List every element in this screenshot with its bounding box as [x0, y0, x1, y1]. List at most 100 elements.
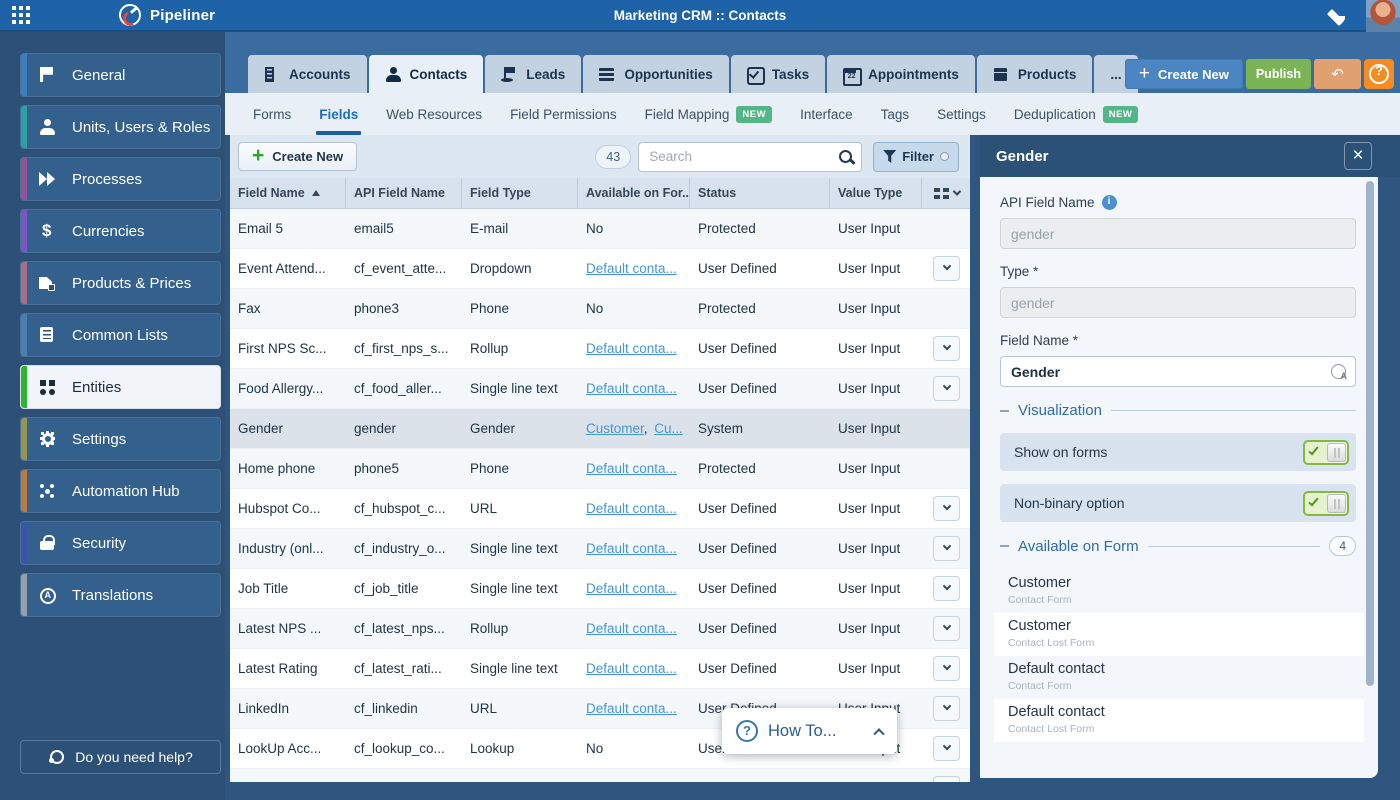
- create-new-field-button[interactable]: + Create New: [238, 142, 358, 171]
- form-link[interactable]: Default conta...: [586, 581, 677, 596]
- close-button[interactable]: [1344, 142, 1372, 170]
- entity-tab[interactable]: 22 Appointments: [827, 55, 975, 93]
- column-header-field-type[interactable]: Field Type: [462, 178, 578, 208]
- form-link[interactable]: Default conta...: [586, 541, 677, 556]
- entity-tab[interactable]: Accounts: [248, 55, 367, 93]
- column-header-api-field-name[interactable]: API Field Name: [346, 178, 462, 208]
- available-form-item[interactable]: Default contact Contact Form: [994, 656, 1364, 699]
- row-menu-button[interactable]: [933, 256, 960, 281]
- row-menu-button[interactable]: [933, 336, 960, 361]
- help-button[interactable]: Do you need help?: [20, 740, 221, 774]
- sidebar-item[interactable]: Processes: [20, 157, 221, 201]
- translate-globe-icon[interactable]: [1331, 364, 1347, 381]
- form-link[interactable]: Default conta...: [586, 261, 677, 276]
- row-menu-button[interactable]: [933, 736, 960, 761]
- subtab[interactable]: Tags: [867, 93, 924, 135]
- row-menu-button[interactable]: [933, 696, 960, 721]
- table-row[interactable]: Event Attend... cf_event_atte... Dropdow…: [230, 249, 970, 289]
- table-row[interactable]: Industry (onl... cf_industry_o... Single…: [230, 529, 970, 569]
- row-menu-button[interactable]: [933, 496, 960, 521]
- avatar[interactable]: [1366, 0, 1400, 32]
- toggle-switch[interactable]: [1303, 490, 1349, 516]
- graduation-cap-icon[interactable]: [1326, 7, 1352, 25]
- entity-tab[interactable]: Contacts: [368, 55, 484, 93]
- table-row[interactable]: Fax phone3 Phone No Protected User Input: [230, 289, 970, 329]
- column-header-field-name[interactable]: Field Name: [230, 178, 346, 208]
- sidebar-item[interactable]: Settings: [20, 417, 221, 461]
- form-link[interactable]: Default conta...: [586, 701, 677, 716]
- toggle-switch[interactable]: [1303, 439, 1349, 465]
- subtab[interactable]: Forms: [239, 93, 305, 135]
- table-row[interactable]: Gender gender Gender Customer, Cu... Sys…: [230, 409, 970, 449]
- entity-tab[interactable]: Opportunities: [583, 55, 729, 93]
- search-input[interactable]: [638, 141, 863, 172]
- table-row[interactable]: Job Title cf_job_title Single line text …: [230, 569, 970, 609]
- sidebar-item[interactable]: General: [20, 53, 221, 97]
- subtab[interactable]: Fields: [305, 93, 372, 135]
- subtab[interactable]: Deduplication NEW: [1000, 93, 1152, 135]
- panel-field-input[interactable]: [1000, 356, 1356, 387]
- subtab[interactable]: Field Permissions: [496, 93, 631, 135]
- sidebar-item[interactable]: Translations: [20, 573, 221, 617]
- create-new-button[interactable]: + Create New: [1124, 59, 1243, 89]
- available-form-item[interactable]: Customer Contact Lost Form: [994, 613, 1364, 656]
- form-link[interactable]: Default conta...: [586, 381, 677, 396]
- form-link[interactable]: Default conta...: [586, 341, 677, 356]
- form-link[interactable]: Default conta...: [586, 661, 677, 676]
- cell-available-on-forms: No: [578, 741, 690, 756]
- column-header-status[interactable]: Status: [690, 178, 830, 208]
- column-settings-button[interactable]: [922, 178, 970, 208]
- undo-button[interactable]: ↶: [1314, 59, 1361, 89]
- filter-button[interactable]: Filter: [873, 141, 959, 172]
- sidebar-item[interactable]: Currencies: [20, 209, 221, 253]
- column-header-value-type[interactable]: Value Type: [830, 178, 922, 208]
- table-row[interactable]: Latest NPS ... cf_latest_nps... Rollup D…: [230, 609, 970, 649]
- info-icon[interactable]: [1101, 195, 1117, 210]
- subtab[interactable]: Settings: [923, 93, 1000, 135]
- subtab[interactable]: Web Resources: [372, 93, 496, 135]
- entity-tab[interactable]: Tasks: [730, 55, 826, 93]
- form-link[interactable]: Default conta...: [586, 621, 677, 636]
- panel-scrollbar[interactable]: [1366, 181, 1374, 686]
- table-row[interactable]: [230, 769, 970, 782]
- sidebar-item[interactable]: Entities: [20, 365, 221, 409]
- sidebar-item[interactable]: Common Lists: [20, 313, 221, 357]
- row-menu-button[interactable]: [933, 776, 960, 782]
- column-header-available[interactable]: Available on For...: [578, 178, 690, 208]
- how-to-widget[interactable]: How To...: [722, 708, 897, 754]
- cell-value-type: User Input: [838, 541, 901, 556]
- brand[interactable]: Pipeliner: [119, 4, 215, 26]
- row-menu-button[interactable]: [933, 656, 960, 681]
- form-link[interactable]: Default conta...: [586, 461, 677, 476]
- help-circle-button[interactable]: [1364, 59, 1394, 89]
- table-row[interactable]: Email 5 email5 E-mail No Protected User …: [230, 209, 970, 249]
- form-link[interactable]: Cu...: [654, 421, 683, 436]
- publish-button[interactable]: Publish: [1245, 59, 1311, 89]
- table-row[interactable]: Hubspot Co... cf_hubspot_c... URL Defaul…: [230, 489, 970, 529]
- sidebar-item[interactable]: Security: [20, 521, 221, 565]
- row-menu-button[interactable]: [933, 536, 960, 561]
- table-row[interactable]: First NPS Sc... cf_first_nps_s... Rollup…: [230, 329, 970, 369]
- row-menu-button[interactable]: [933, 616, 960, 641]
- entity-tab[interactable]: Products: [976, 55, 1093, 93]
- subtab[interactable]: Field Mapping NEW: [631, 93, 786, 135]
- sidebar-item[interactable]: Products & Prices: [20, 261, 221, 305]
- table-row[interactable]: Home phone phone5 Phone Default conta...…: [230, 449, 970, 489]
- panel-field-input[interactable]: [1000, 287, 1356, 318]
- headset-icon: [48, 749, 65, 765]
- available-form-item[interactable]: Default contact Contact Lost Form: [994, 699, 1364, 742]
- entity-tab[interactable]: Leads: [485, 55, 582, 93]
- row-menu-button[interactable]: [933, 376, 960, 401]
- panel-field-input[interactable]: [1000, 218, 1356, 249]
- form-link[interactable]: Customer: [586, 421, 644, 436]
- subtab[interactable]: Interface: [786, 93, 867, 135]
- available-form-item[interactable]: Customer Contact Form: [994, 570, 1364, 613]
- app-grid-icon[interactable]: [6, 1, 36, 29]
- form-link[interactable]: Default conta...: [586, 501, 677, 516]
- table-row[interactable]: Food Allergy... cf_food_aller... Single …: [230, 369, 970, 409]
- table-row[interactable]: Latest Rating cf_latest_rati... Single l…: [230, 649, 970, 689]
- sidebar-item[interactable]: Automation Hub: [20, 469, 221, 513]
- search-icon[interactable]: [838, 149, 854, 165]
- row-menu-button[interactable]: [933, 576, 960, 601]
- sidebar-item[interactable]: Units, Users & Roles: [20, 105, 221, 149]
